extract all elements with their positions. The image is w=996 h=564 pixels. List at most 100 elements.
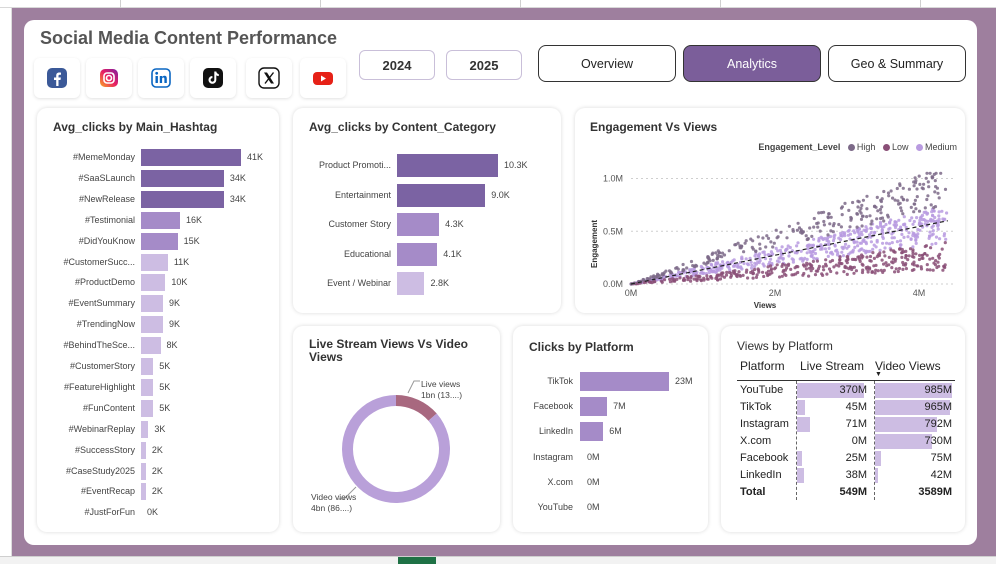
- scatter-point-high: [714, 251, 718, 255]
- scatter-point-high: [804, 234, 808, 238]
- category-label: Educational: [343, 248, 391, 259]
- scatter-point-medium: [855, 240, 859, 244]
- scatter-point-high: [865, 194, 869, 198]
- scatter-point-medium: [878, 222, 883, 226]
- scatter-point-high: [875, 217, 879, 221]
- views-table-card: Views by Platform Platform Live Stream V…: [721, 326, 965, 532]
- x-icon[interactable]: [246, 58, 292, 98]
- scatter-point-low: [916, 264, 920, 268]
- scatter-point-medium: [790, 257, 794, 261]
- scatter-point-low: [881, 270, 885, 274]
- table-cell-platform: TikTok: [740, 401, 772, 413]
- col-header-platform[interactable]: Platform: [740, 359, 785, 373]
- page-title: Social Media Content Performance: [40, 28, 338, 48]
- scatter-point-medium: [756, 260, 760, 264]
- scatter-point-medium: [874, 245, 878, 249]
- scatter-point-medium: [753, 261, 757, 265]
- hashtag-bar: [141, 274, 166, 292]
- analytics-nav-button[interactable]: Analytics: [683, 45, 821, 82]
- scatter-point-high: [893, 198, 897, 202]
- scatter-point-medium: [932, 219, 936, 223]
- scatter-point-high: [929, 203, 933, 207]
- scatter-point-high: [761, 236, 765, 240]
- scatter-point-medium: [885, 241, 889, 245]
- scatter-point-medium: [900, 232, 904, 236]
- scatter-point-low: [659, 279, 664, 283]
- scatter-point-high: [641, 277, 645, 282]
- geo-summary-nav-button[interactable]: Geo & Summary: [828, 45, 966, 82]
- scatter-point-high: [718, 254, 722, 258]
- scatter-point-high: [764, 245, 768, 249]
- scatter-point-high: [860, 224, 864, 228]
- scatter-point-low: [780, 264, 784, 268]
- scatter-point-high: [848, 225, 852, 229]
- scatter-point-low: [678, 276, 682, 280]
- table-cell-platform: X.com: [740, 435, 772, 447]
- scatter-point-medium: [853, 245, 857, 249]
- scatter-point-high: [901, 212, 905, 216]
- instagram-icon[interactable]: [86, 58, 132, 98]
- scatter-point-high: [927, 185, 931, 189]
- scatter-point-medium: [859, 247, 863, 252]
- hashtag-value-label: 0K: [147, 507, 159, 518]
- scatter-point-medium: [936, 219, 940, 223]
- scatter-point-medium: [714, 263, 718, 267]
- scatter-point-high: [860, 214, 865, 218]
- excel-sheet-tabs: [0, 556, 996, 564]
- scatter-point-low: [919, 267, 924, 271]
- scatter-point-medium: [712, 269, 716, 274]
- scatter-point-high: [861, 198, 865, 202]
- active-sheet-tab[interactable]: [398, 557, 436, 564]
- sort-desc-icon[interactable]: ▼: [875, 371, 882, 378]
- scatter-point-low: [900, 255, 904, 259]
- scatter-point-medium: [856, 244, 860, 248]
- col-header-video-views[interactable]: Video Views: [875, 359, 941, 373]
- video-views-label: Video views 4bn (86....): [311, 492, 356, 514]
- hashtag-bar: [141, 378, 154, 396]
- table-total-video: 3589M: [918, 486, 952, 498]
- scatter-point-low: [705, 274, 709, 278]
- scatter-point-medium: [721, 260, 725, 264]
- scatter-point-medium: [911, 222, 915, 226]
- scatter-point-high: [865, 207, 869, 211]
- table-cell-video: 42M: [930, 469, 952, 481]
- scatter-point-medium: [839, 234, 843, 238]
- scatter-point-medium: [749, 260, 753, 264]
- scatter-point-medium: [862, 228, 866, 232]
- scatter-point-low: [793, 266, 797, 270]
- scatter-point-high: [856, 205, 860, 209]
- scatter-point-high: [879, 211, 883, 215]
- scatter-point-high: [826, 215, 830, 219]
- youtube-icon[interactable]: [300, 58, 346, 98]
- year-2025-button[interactable]: 2025: [446, 50, 522, 80]
- scatter-point-high: [818, 229, 822, 233]
- hashtag-bar: [141, 169, 224, 187]
- scatter-point-low: [692, 277, 696, 281]
- overview-nav-button[interactable]: Overview: [538, 45, 676, 82]
- facebook-icon[interactable]: [34, 58, 80, 98]
- scatter-point-low: [757, 270, 761, 274]
- scatter-point-medium: [740, 255, 744, 259]
- scatter-point-low: [897, 266, 902, 271]
- scatter-point-high: [744, 239, 748, 243]
- table-cell-video: 730M: [924, 435, 952, 447]
- year-2024-button[interactable]: 2024: [359, 50, 435, 80]
- hashtag-chart-title: Avg_clicks by Main_Hashtag: [53, 120, 218, 134]
- hashtag-bar: [141, 462, 146, 480]
- scatter-point-medium: [819, 235, 823, 239]
- col-header-live-stream[interactable]: Live Stream: [800, 359, 864, 373]
- scatter-point-low: [825, 272, 829, 276]
- live-views-label: Live views 1bn (13....): [421, 379, 462, 401]
- category-label: Entertainment: [334, 189, 391, 200]
- scatter-point-medium: [839, 238, 843, 242]
- scatter-point-medium: [869, 240, 873, 244]
- scatter-point-low: [778, 275, 782, 279]
- scatter-point-low: [890, 266, 894, 270]
- scatter-point-medium: [907, 231, 911, 235]
- tiktok-icon[interactable]: [190, 58, 236, 98]
- scatter-x-tick: 2M: [769, 288, 782, 298]
- linkedin-icon[interactable]: [138, 58, 184, 98]
- scatter-point-high: [829, 215, 833, 219]
- scatter-point-medium: [826, 254, 830, 258]
- scatter-point-high: [766, 236, 771, 240]
